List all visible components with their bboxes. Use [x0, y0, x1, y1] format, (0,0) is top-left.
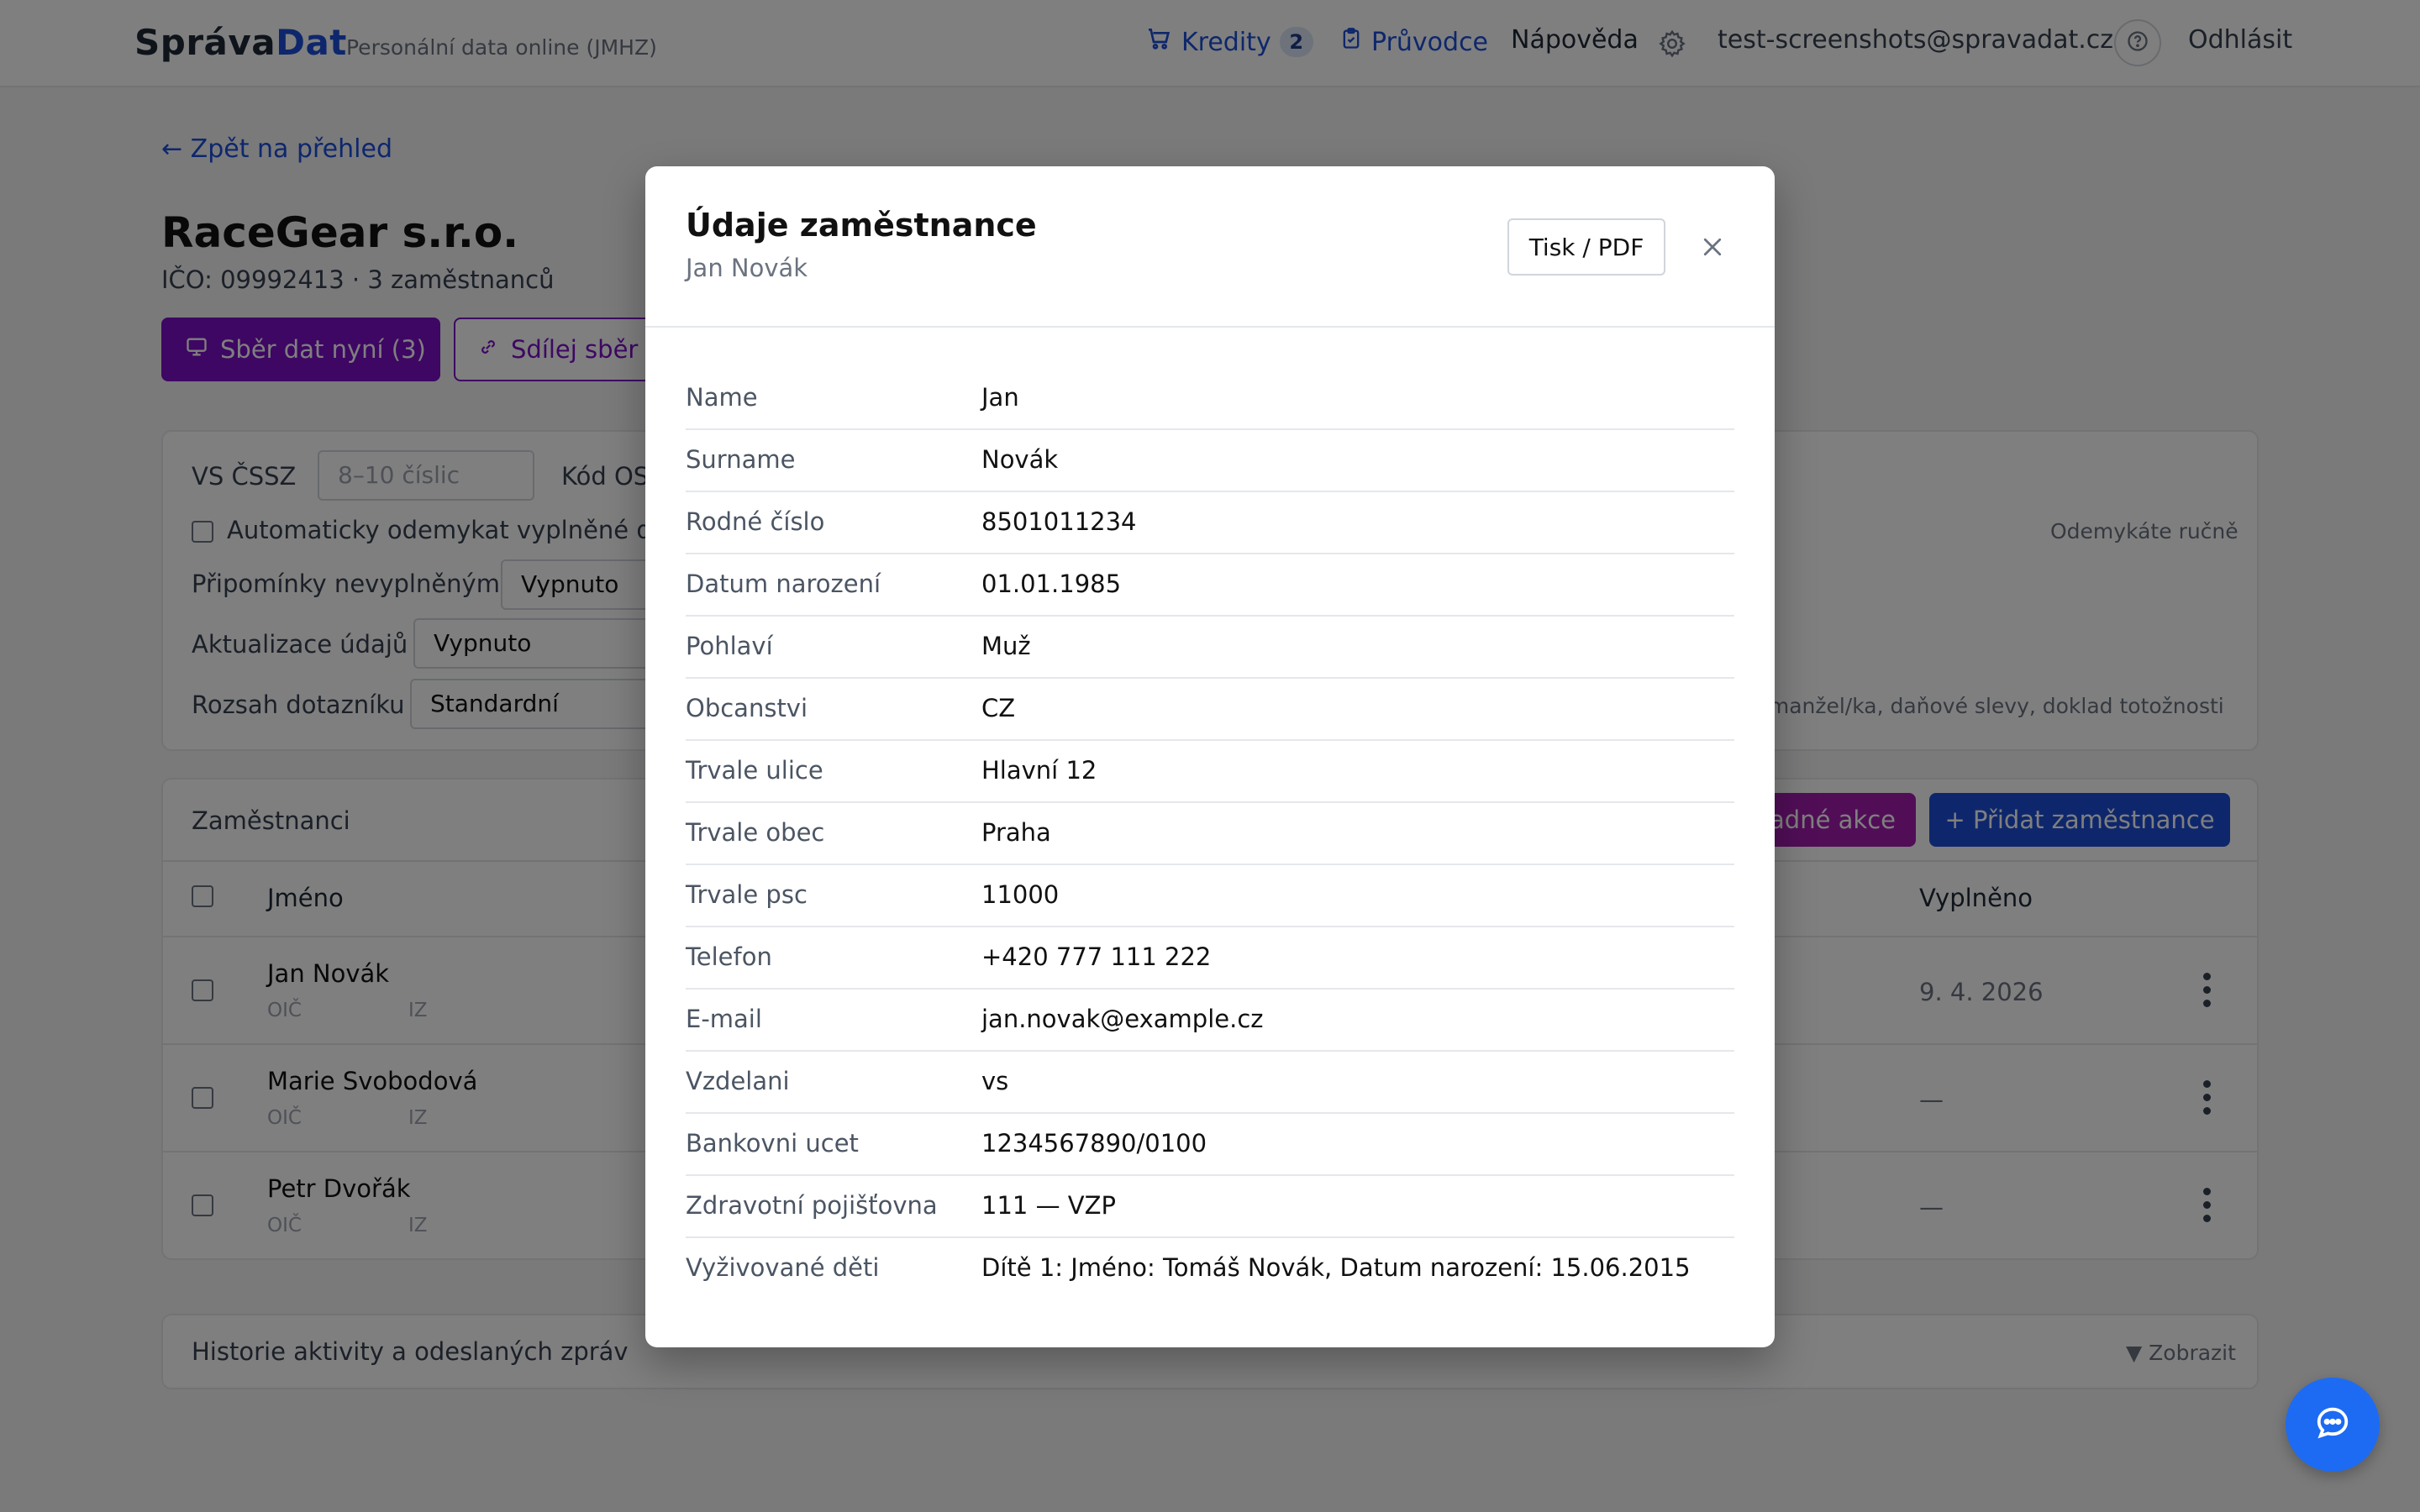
field-row: Trvale ulice Hlavní 12	[686, 741, 1734, 803]
app-root: SprávaDat Personální data online (JMHZ) …	[0, 0, 2420, 1512]
field-label: Vzdelani	[686, 1067, 790, 1095]
field-value: Jan	[981, 383, 1019, 412]
print-pdf-label: Tisk / PDF	[1528, 233, 1644, 261]
field-label: Surname	[686, 445, 796, 474]
field-label: Rodné číslo	[686, 507, 825, 536]
field-label: Pohlaví	[686, 632, 773, 660]
field-label: Bankovni ucet	[686, 1129, 859, 1158]
field-value: 11000	[981, 880, 1060, 909]
employee-fields-list: Name Jan Surname Novák Rodné číslo 85010112…	[686, 368, 1734, 1300]
print-pdf-button[interactable]: Tisk / PDF	[1507, 218, 1665, 276]
field-value: 1234567890/0100	[981, 1129, 1207, 1158]
field-row: Vzdelani vs	[686, 1052, 1734, 1114]
chat-bubble-icon	[2313, 1404, 2352, 1446]
field-value: jan.novak@example.cz	[981, 1005, 1264, 1033]
field-label: Obcanstvi	[686, 694, 808, 722]
field-row: Name Jan	[686, 368, 1734, 430]
field-row: Trvale psc 11000	[686, 865, 1734, 927]
modal-title: Údaje zaměstnance	[686, 207, 1037, 244]
field-row: Surname Novák	[686, 430, 1734, 492]
field-label: Trvale obec	[686, 818, 825, 847]
field-value: Muž	[981, 632, 1031, 660]
chat-button[interactable]	[2286, 1378, 2380, 1472]
field-row: Zdravotní pojišťovna 111 — VZP	[686, 1176, 1734, 1238]
field-row: E-mail jan.novak@example.cz	[686, 990, 1734, 1052]
field-value: Hlavní 12	[981, 756, 1097, 785]
field-row: Bankovni ucet 1234567890/0100	[686, 1114, 1734, 1176]
field-row: Pohlaví Muž	[686, 617, 1734, 679]
field-label: Datum narození	[686, 570, 881, 598]
field-row: Trvale obec Praha	[686, 803, 1734, 865]
field-value: 111 — VZP	[981, 1191, 1116, 1220]
field-row: Obcanstvi CZ	[686, 679, 1734, 741]
field-value: 01.01.1985	[981, 570, 1122, 598]
modal-subtitle: Jan Novák	[686, 254, 808, 282]
field-row: Datum narození 01.01.1985	[686, 554, 1734, 617]
field-label: Name	[686, 383, 758, 412]
field-value: Praha	[981, 818, 1051, 847]
field-value: 8501011234	[981, 507, 1137, 536]
field-value: CZ	[981, 694, 1016, 722]
field-value: Novák	[981, 445, 1059, 474]
field-row: Rodné číslo 8501011234	[686, 492, 1734, 554]
field-label: Vyživované děti	[686, 1253, 880, 1282]
modal-header-divider	[645, 326, 1775, 328]
field-value: +420 777 111 222	[981, 942, 1212, 971]
field-label: Trvale psc	[686, 880, 808, 909]
field-label: Trvale ulice	[686, 756, 823, 785]
close-icon[interactable]	[1696, 230, 1729, 264]
field-row: Telefon +420 777 111 222	[686, 927, 1734, 990]
field-label: E-mail	[686, 1005, 762, 1033]
field-label: Zdravotní pojišťovna	[686, 1191, 938, 1220]
employee-details-modal: Údaje zaměstnance Jan Novák Tisk / PDF N…	[645, 166, 1775, 1347]
field-row: Vyživované děti Dítě 1: Jméno: Tomáš Nová…	[686, 1238, 1734, 1300]
field-value: vs	[981, 1067, 1009, 1095]
field-value: Dítě 1: Jméno: Tomáš Novák, Datum naroze…	[981, 1253, 1691, 1282]
field-label: Telefon	[686, 942, 772, 971]
